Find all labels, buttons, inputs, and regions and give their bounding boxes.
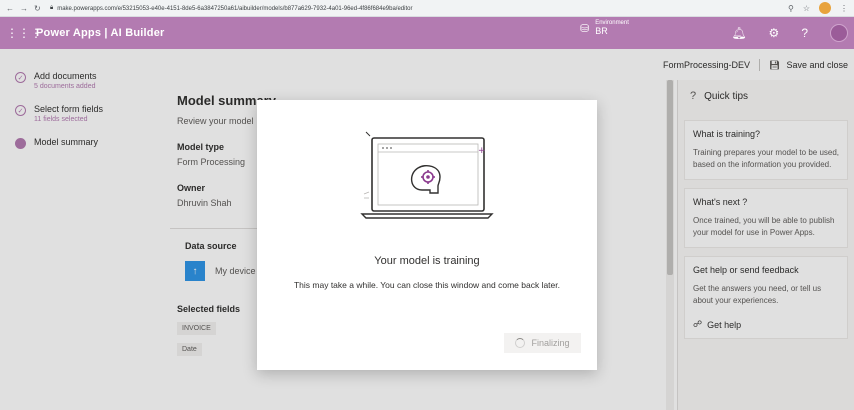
back-arrow-icon[interactable]: ← <box>6 4 14 13</box>
menu-icon[interactable]: ⋮ <box>840 4 848 13</box>
avatar[interactable] <box>830 24 848 42</box>
forward-arrow-icon[interactable]: → <box>20 4 28 13</box>
app-header: ⋮⋮⋮ Power Apps | AI Builder ⛁ Environmen… <box>0 17 854 49</box>
browser-bar: ← → ↻ 🔒︎ make.powerapps.com/e/53215053-e… <box>0 0 854 17</box>
svg-text:+: + <box>478 146 486 156</box>
dialog-title: Your model is training <box>374 255 480 267</box>
app-header-actions: 🔔︎ ⚙ ? <box>731 24 848 42</box>
gear-icon[interactable]: ⚙ <box>769 26 780 40</box>
url-text: make.powerapps.com/e/53215053-e40e-4151-… <box>57 5 413 12</box>
spinner-icon <box>515 338 526 348</box>
finalizing-label: Finalizing <box>531 338 570 348</box>
app-title: Power Apps | AI Builder <box>36 27 165 39</box>
profile-avatar[interactable] <box>819 2 831 14</box>
reload-icon[interactable]: ↻ <box>34 4 41 13</box>
environment-picker[interactable]: ⛁ Environment BR <box>580 20 629 36</box>
help-icon[interactable]: ? <box>801 26 808 40</box>
training-illustration-icon: + <box>360 131 494 219</box>
waffle-icon[interactable]: ⋮⋮⋮ <box>0 26 42 40</box>
browser-actions: ⚲ ☆ ⋮ <box>788 2 848 14</box>
environment-value: BR <box>595 26 608 36</box>
environment-icon: ⛁ <box>580 22 590 35</box>
training-dialog: + Your model is training This may take a… <box>257 100 597 370</box>
address-bar[interactable]: 🔒︎ make.powerapps.com/e/53215053-e40e-41… <box>50 3 412 14</box>
bell-icon[interactable]: 🔔︎ <box>731 26 746 40</box>
star-icon[interactable]: ☆ <box>803 4 810 13</box>
zoom-icon[interactable]: ⚲ <box>788 4 794 13</box>
dialog-description: This may take a while. You can close thi… <box>293 280 560 290</box>
lock-icon: 🔒︎ <box>50 5 54 11</box>
finalizing-button[interactable]: Finalizing <box>504 333 581 353</box>
